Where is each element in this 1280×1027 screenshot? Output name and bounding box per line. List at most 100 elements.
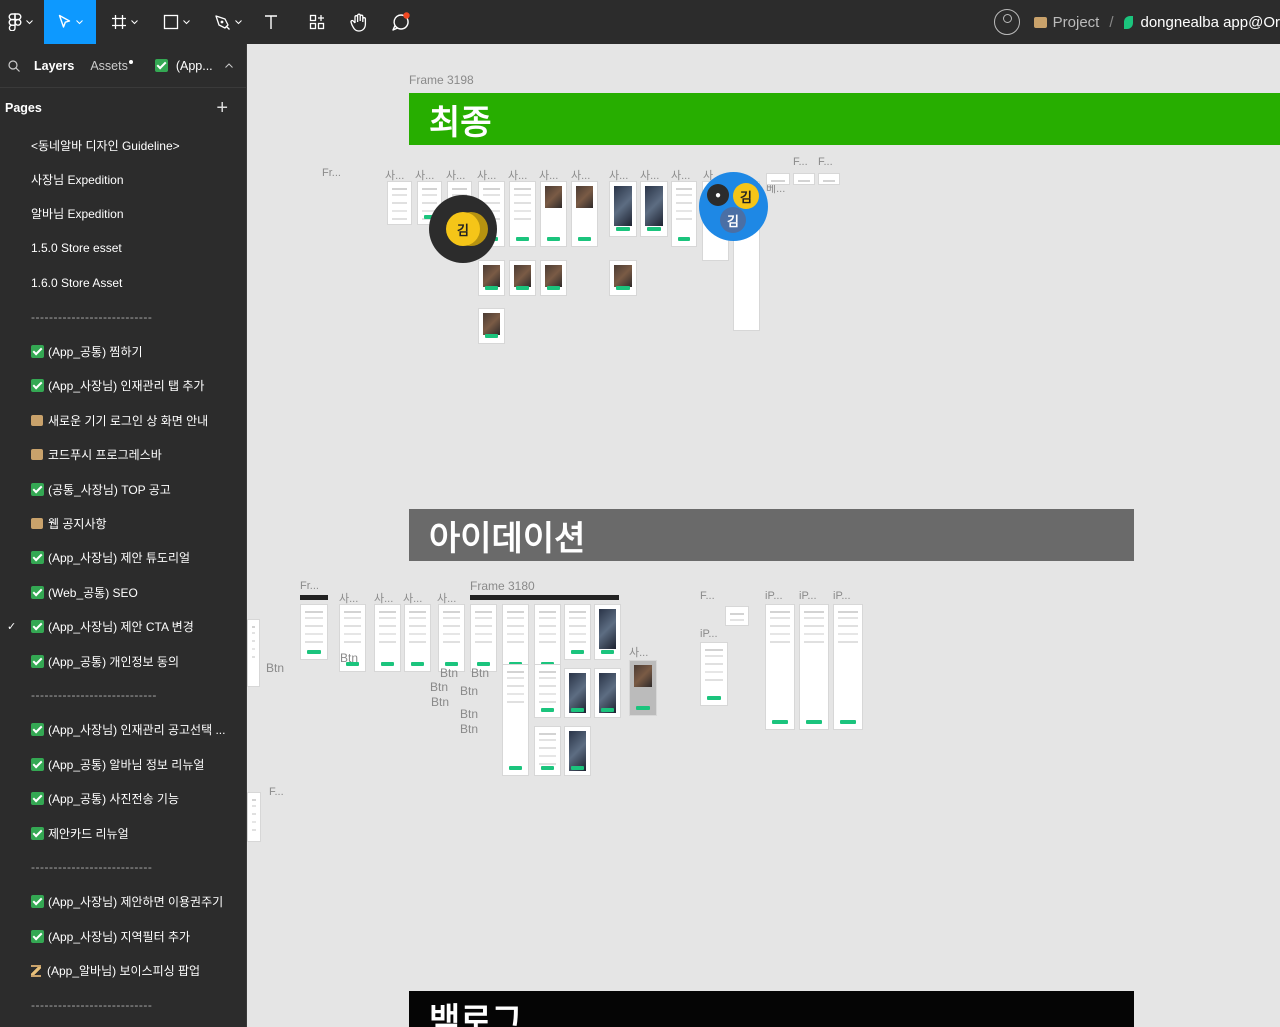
page-item[interactable]: (Web_공통) SEO xyxy=(0,575,246,609)
btn-component-label[interactable]: Btn xyxy=(471,666,489,680)
screen-frame[interactable] xyxy=(387,181,412,225)
page-item[interactable]: 코드푸시 프로그레스바 xyxy=(0,438,246,472)
hand-tool-button[interactable] xyxy=(344,0,374,44)
search-icon[interactable] xyxy=(8,59,20,72)
page-item[interactable]: (App_알바님) 보이스피싱 팝업 xyxy=(0,953,246,987)
frame-name-label[interactable]: 사... xyxy=(629,644,648,660)
page-item[interactable]: (App_사장님) 제안하면 이용권주기 xyxy=(0,885,246,919)
frame-name-label[interactable]: Fr... xyxy=(300,580,319,592)
screen-frame[interactable] xyxy=(470,604,497,672)
page-item[interactable]: (App_공통) 찜하기 xyxy=(0,334,246,368)
add-page-icon[interactable]: + xyxy=(216,97,228,120)
screen-frame[interactable] xyxy=(509,260,536,296)
comment-tool-button[interactable] xyxy=(386,0,416,44)
frame-name-label[interactable]: iP... xyxy=(799,590,817,602)
page-item[interactable]: ✓ (App_사장님) 제안 CTA 변경 xyxy=(0,609,246,643)
screen-frame[interactable] xyxy=(374,604,401,672)
screen-frame[interactable] xyxy=(818,173,840,185)
pen-tool-button[interactable] xyxy=(206,0,250,44)
design-canvas[interactable]: Frame 3198 최종 Fr... 사... 사... 사... 사... … xyxy=(247,44,1280,1027)
screen-frame[interactable] xyxy=(833,604,863,730)
screen-frame[interactable] xyxy=(609,260,637,296)
btn-component-label[interactable]: Btn xyxy=(440,666,458,680)
page-item[interactable]: (App_사장님) 인재관리 공고선택 ... xyxy=(0,713,246,747)
screen-frame[interactable] xyxy=(594,668,621,718)
screen-frame[interactable] xyxy=(300,604,328,660)
page-item[interactable]: (App_사장님) 제안 튜도리얼 xyxy=(0,541,246,575)
screen-frame[interactable] xyxy=(564,668,591,718)
page-item[interactable]: (App_공통) 개인정보 동의 xyxy=(0,644,246,678)
frame-name-label[interactable]: Fr... xyxy=(322,167,341,179)
breadcrumb-project[interactable]: Project xyxy=(1053,14,1100,31)
page-item[interactable]: 웹 공지사항 xyxy=(0,506,246,540)
screen-frame[interactable] xyxy=(540,260,567,296)
screen-frame[interactable] xyxy=(509,181,536,247)
screen-frame[interactable] xyxy=(534,726,561,776)
page-separator[interactable]: --------------------------- xyxy=(0,988,246,1022)
screen-frame[interactable] xyxy=(609,181,637,237)
section-backlog-banner[interactable]: 백로그 xyxy=(409,991,1134,1027)
page-item[interactable]: 1.5.0 Store esset xyxy=(0,231,246,265)
screen-frame[interactable] xyxy=(765,604,795,730)
screen-frame[interactable] xyxy=(247,792,261,842)
screen-frame[interactable] xyxy=(793,173,815,185)
page-item[interactable]: 1.6.0 Store Asset xyxy=(0,266,246,300)
frame-name-label[interactable]: iP... xyxy=(765,590,783,602)
screen-frame[interactable] xyxy=(564,604,591,660)
frame-name-label[interactable]: iP... xyxy=(700,628,718,640)
screen-frame[interactable] xyxy=(671,181,697,247)
page-separator[interactable]: ---------------------------- xyxy=(0,678,246,712)
frame-name-label[interactable]: F... xyxy=(793,156,808,168)
screen-frame[interactable] xyxy=(534,604,561,672)
screen-frame[interactable] xyxy=(502,664,529,776)
btn-component-label[interactable]: Btn xyxy=(266,661,284,675)
resources-tool-button[interactable] xyxy=(302,0,332,44)
btn-component-label[interactable]: Btn xyxy=(340,651,358,665)
page-item[interactable]: (App_공통) 알바님 정보 리뉴얼 xyxy=(0,747,246,781)
section-idea-banner[interactable]: 아이데이션 xyxy=(409,509,1134,561)
screen-frame[interactable] xyxy=(247,619,260,687)
page-item[interactable]: (App_사장님) 인재관리 탭 추가 xyxy=(0,369,246,403)
tab-layers[interactable]: Layers xyxy=(34,59,74,73)
shape-tool-button[interactable] xyxy=(154,0,198,44)
page-separator[interactable]: --------------------------- xyxy=(0,300,246,334)
btn-component-label[interactable]: Btn xyxy=(431,695,449,709)
page-item[interactable]: <동네알바 디자인 Guideline> xyxy=(0,128,246,162)
page-item[interactable]: (App_사장님) 지역필터 추가 xyxy=(0,919,246,953)
frame-label-top[interactable]: Frame 3198 xyxy=(409,73,474,87)
screen-frame[interactable] xyxy=(799,604,829,730)
figma-menu-button[interactable] xyxy=(0,0,40,44)
screen-frame[interactable] xyxy=(725,606,749,626)
screen-frame[interactable] xyxy=(540,181,567,247)
btn-component-label[interactable]: Btn xyxy=(460,722,478,736)
page-item[interactable]: 사장님 Expedition xyxy=(0,162,246,196)
section-final-banner[interactable]: 최종 xyxy=(409,93,1280,145)
page-item[interactable]: (App_공통) 사진전송 기능 xyxy=(0,781,246,815)
screen-frame[interactable] xyxy=(571,181,598,247)
screen-frame[interactable] xyxy=(640,181,668,237)
screen-frame[interactable] xyxy=(438,604,465,672)
screen-frame[interactable] xyxy=(502,604,529,672)
btn-component-label[interactable]: Btn xyxy=(460,684,478,698)
screen-frame[interactable] xyxy=(564,726,591,776)
screen-frame[interactable] xyxy=(700,642,728,706)
frame-name-label[interactable]: F... xyxy=(818,156,833,168)
text-tool-button[interactable] xyxy=(256,0,286,44)
btn-component-label[interactable]: Btn xyxy=(460,707,478,721)
screen-frame[interactable] xyxy=(766,173,790,185)
screen-frame[interactable] xyxy=(594,604,621,660)
page-separator[interactable]: --------------------------- xyxy=(0,850,246,884)
btn-component-label[interactable]: Btn xyxy=(430,680,448,694)
frame-name-label[interactable]: F... xyxy=(269,786,284,798)
frame-label-mid[interactable]: Frame 3180 xyxy=(470,579,535,593)
frame-name-label[interactable]: iP... xyxy=(833,590,851,602)
move-tool-button[interactable] xyxy=(44,0,96,44)
breadcrumb-file-name[interactable]: dongnealba app@Or xyxy=(1141,14,1280,31)
page-item[interactable]: (공통_사장님) TOP 공고 xyxy=(0,472,246,506)
tab-assets[interactable]: Assets xyxy=(90,59,133,73)
screen-frame[interactable] xyxy=(478,260,505,296)
page-item[interactable]: 새로운 기기 로그인 상 화면 안내 xyxy=(0,403,246,437)
user-avatar-icon[interactable] xyxy=(993,9,1020,35)
frame-tool-button[interactable] xyxy=(104,0,144,44)
frame-name-label[interactable]: F... xyxy=(700,590,715,602)
